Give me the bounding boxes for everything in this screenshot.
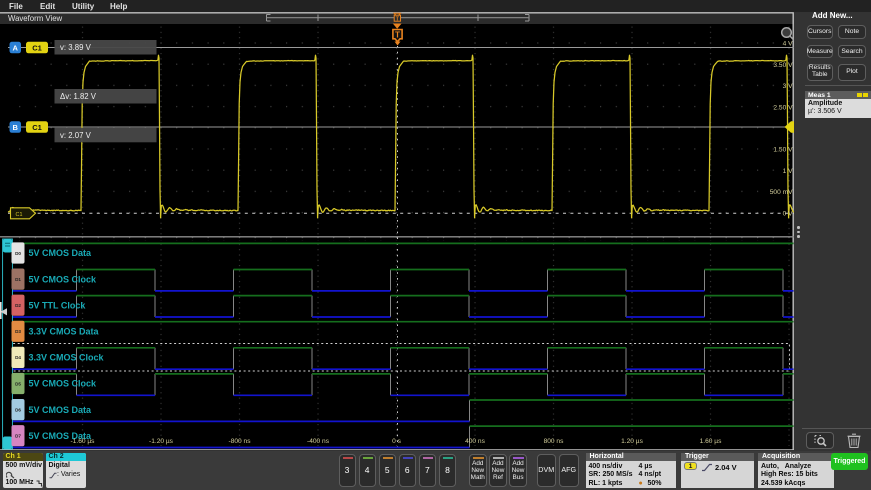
svg-text:5V CMOS Clock: 5V CMOS Clock [29, 274, 98, 284]
svg-text:3.50 V: 3.50 V [773, 62, 793, 69]
svg-text:-1.20 µs: -1.20 µs [149, 438, 174, 445]
svg-text:1.20 µs: 1.20 µs [621, 438, 643, 445]
svg-text:5V CMOS Data: 5V CMOS Data [29, 248, 93, 258]
svg-text:D6: D6 [15, 407, 21, 412]
svg-text:T: T [395, 30, 400, 39]
svg-text:B: B [12, 123, 18, 132]
svg-text:5V CMOS Clock: 5V CMOS Clock [29, 379, 98, 389]
svg-text:C1: C1 [32, 44, 42, 53]
svg-text:1.50 V: 1.50 V [773, 147, 793, 154]
svg-text:3.3V CMOS Clock: 3.3V CMOS Clock [29, 353, 105, 363]
svg-text:500 mV: 500 mV [770, 189, 793, 196]
svg-text:1.60 µs: 1.60 µs [700, 438, 722, 445]
svg-text:3 V: 3 V [783, 83, 793, 90]
svg-text:5V CMOS Data: 5V CMOS Data [29, 405, 93, 415]
svg-text:400 ns: 400 ns [465, 438, 486, 445]
svg-text:5V TTL Clock: 5V TTL Clock [29, 300, 87, 310]
svg-text:v: 3.89 V: v: 3.89 V [60, 43, 92, 52]
svg-text:-400 ns: -400 ns [307, 438, 330, 445]
svg-text:D7: D7 [15, 434, 21, 439]
svg-text:800 ns: 800 ns [544, 438, 565, 445]
svg-text:D2: D2 [15, 303, 21, 308]
svg-text:D3: D3 [15, 329, 21, 334]
svg-text:4 V: 4 V [783, 41, 793, 48]
svg-text:Δv: 1.82 V: Δv: 1.82 V [60, 92, 97, 101]
svg-text:C1: C1 [16, 212, 23, 218]
svg-text:D0: D0 [15, 251, 21, 256]
svg-text:3.3V CMOS Data: 3.3V CMOS Data [29, 327, 100, 337]
svg-text:v: 2.07 V: v: 2.07 V [60, 131, 92, 140]
svg-text:Waveform View: Waveform View [8, 14, 63, 23]
svg-text:0 s: 0 s [392, 438, 401, 445]
svg-text:D4: D4 [15, 355, 21, 360]
svg-text:D5: D5 [15, 381, 21, 386]
svg-text:C1: C1 [32, 123, 42, 132]
svg-text:D1: D1 [15, 277, 21, 282]
svg-text:-800 ns: -800 ns [229, 438, 252, 445]
svg-text:A: A [12, 44, 18, 53]
svg-text:2.50 V: 2.50 V [773, 104, 793, 111]
svg-text:0 V: 0 V [783, 210, 793, 217]
svg-text:1 V: 1 V [783, 168, 793, 175]
svg-text:-1.60 µs: -1.60 µs [71, 438, 96, 445]
